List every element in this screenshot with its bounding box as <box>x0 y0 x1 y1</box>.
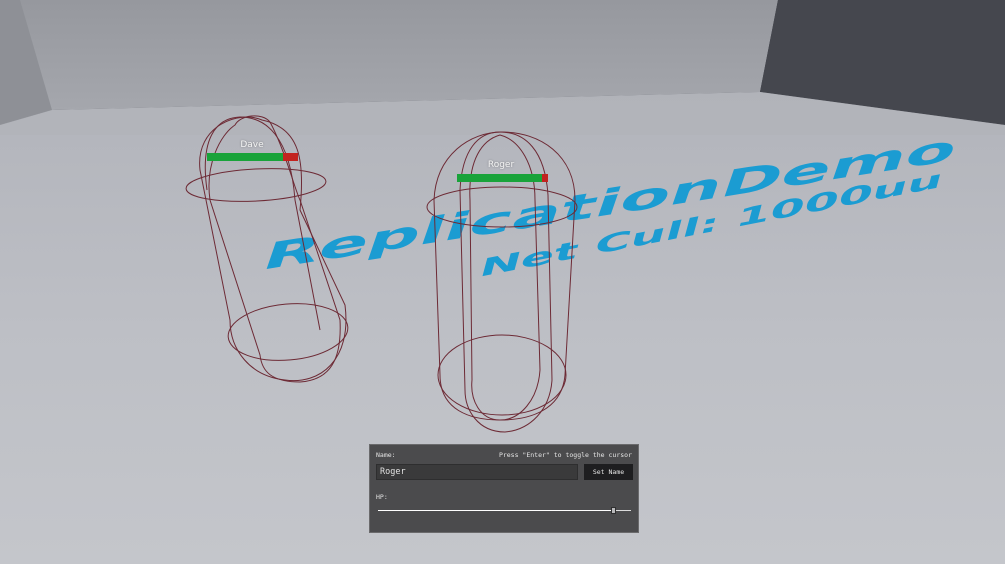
nameplate-roger: Roger <box>471 160 531 170</box>
name-label: Name: <box>376 451 396 459</box>
hp-bar-missing <box>541 174 548 182</box>
character-name-label: Roger <box>487 160 515 170</box>
hp-bar-fill <box>457 174 542 182</box>
hp-slider-thumb[interactable] <box>611 507 617 514</box>
hp-slider[interactable] <box>378 507 631 514</box>
name-input[interactable]: Roger <box>376 464 578 480</box>
character-name-label: Dave <box>240 140 264 150</box>
cursor-hint-text: Press "Enter" to toggle the cursor <box>498 451 632 459</box>
hp-bar-dave <box>207 153 298 161</box>
set-name-button[interactable]: Set Name <box>584 464 633 480</box>
hp-label: HP: <box>376 493 388 501</box>
hp-bar-fill <box>207 153 284 161</box>
player-settings-panel: Name: Press "Enter" to toggle the cursor… <box>369 444 639 533</box>
hp-bar-roger <box>457 174 548 182</box>
hp-bar-missing <box>283 153 298 161</box>
hp-slider-fill <box>378 510 614 511</box>
nameplate-dave: Dave <box>222 140 282 150</box>
